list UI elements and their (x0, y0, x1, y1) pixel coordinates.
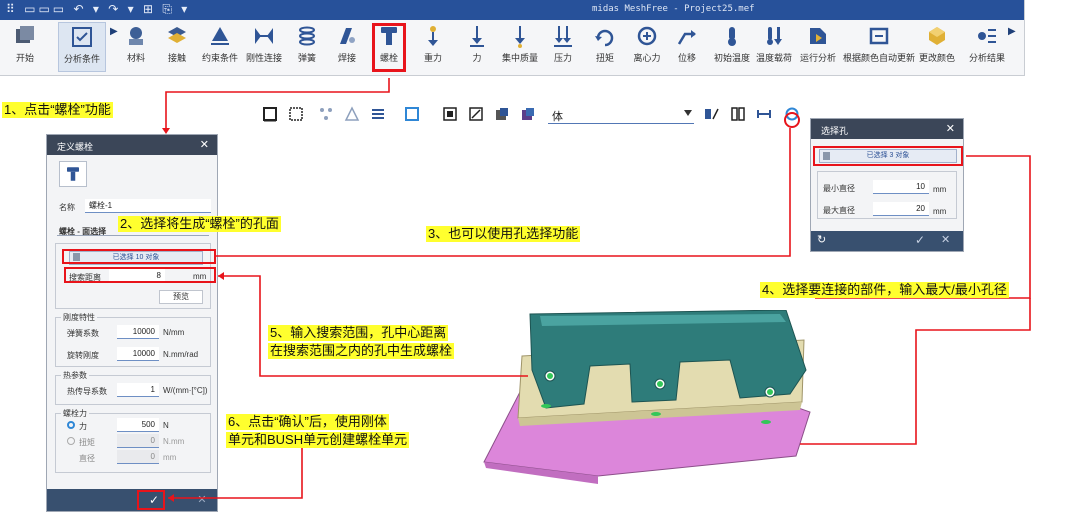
connector-step4-top (815, 155, 1031, 299)
connector-step4-bottom (800, 298, 1031, 445)
arrowhead-step5 (218, 272, 224, 280)
annotation-step6-line1: 6、点击“确认”后，使用刚体 (226, 414, 389, 430)
arrowhead-step1 (162, 128, 170, 134)
annotation-step6-line2: 单元和BUSH单元创建螺栓单元 (226, 432, 410, 448)
annotation-step2: 2、选择将生成“螺栓”的孔面 (118, 216, 281, 232)
annotation-connectors (162, 78, 1031, 502)
annotation-step4: 4、选择要连接的部件，输入最大/最小孔径 (760, 282, 1009, 298)
annotation-step5-line1: 5、输入搜索范围，孔中心距离 (268, 325, 449, 341)
arrowhead-step6 (168, 494, 174, 502)
annotation-step1: 1、点击“螺栓”功能 (2, 102, 113, 118)
annotation-step3: 3、也可以使用孔选择功能 (426, 226, 581, 242)
connector-step1 (165, 78, 390, 128)
annotation-step5-line2: 在搜索范围之内的孔中生成螺栓 (268, 343, 455, 359)
